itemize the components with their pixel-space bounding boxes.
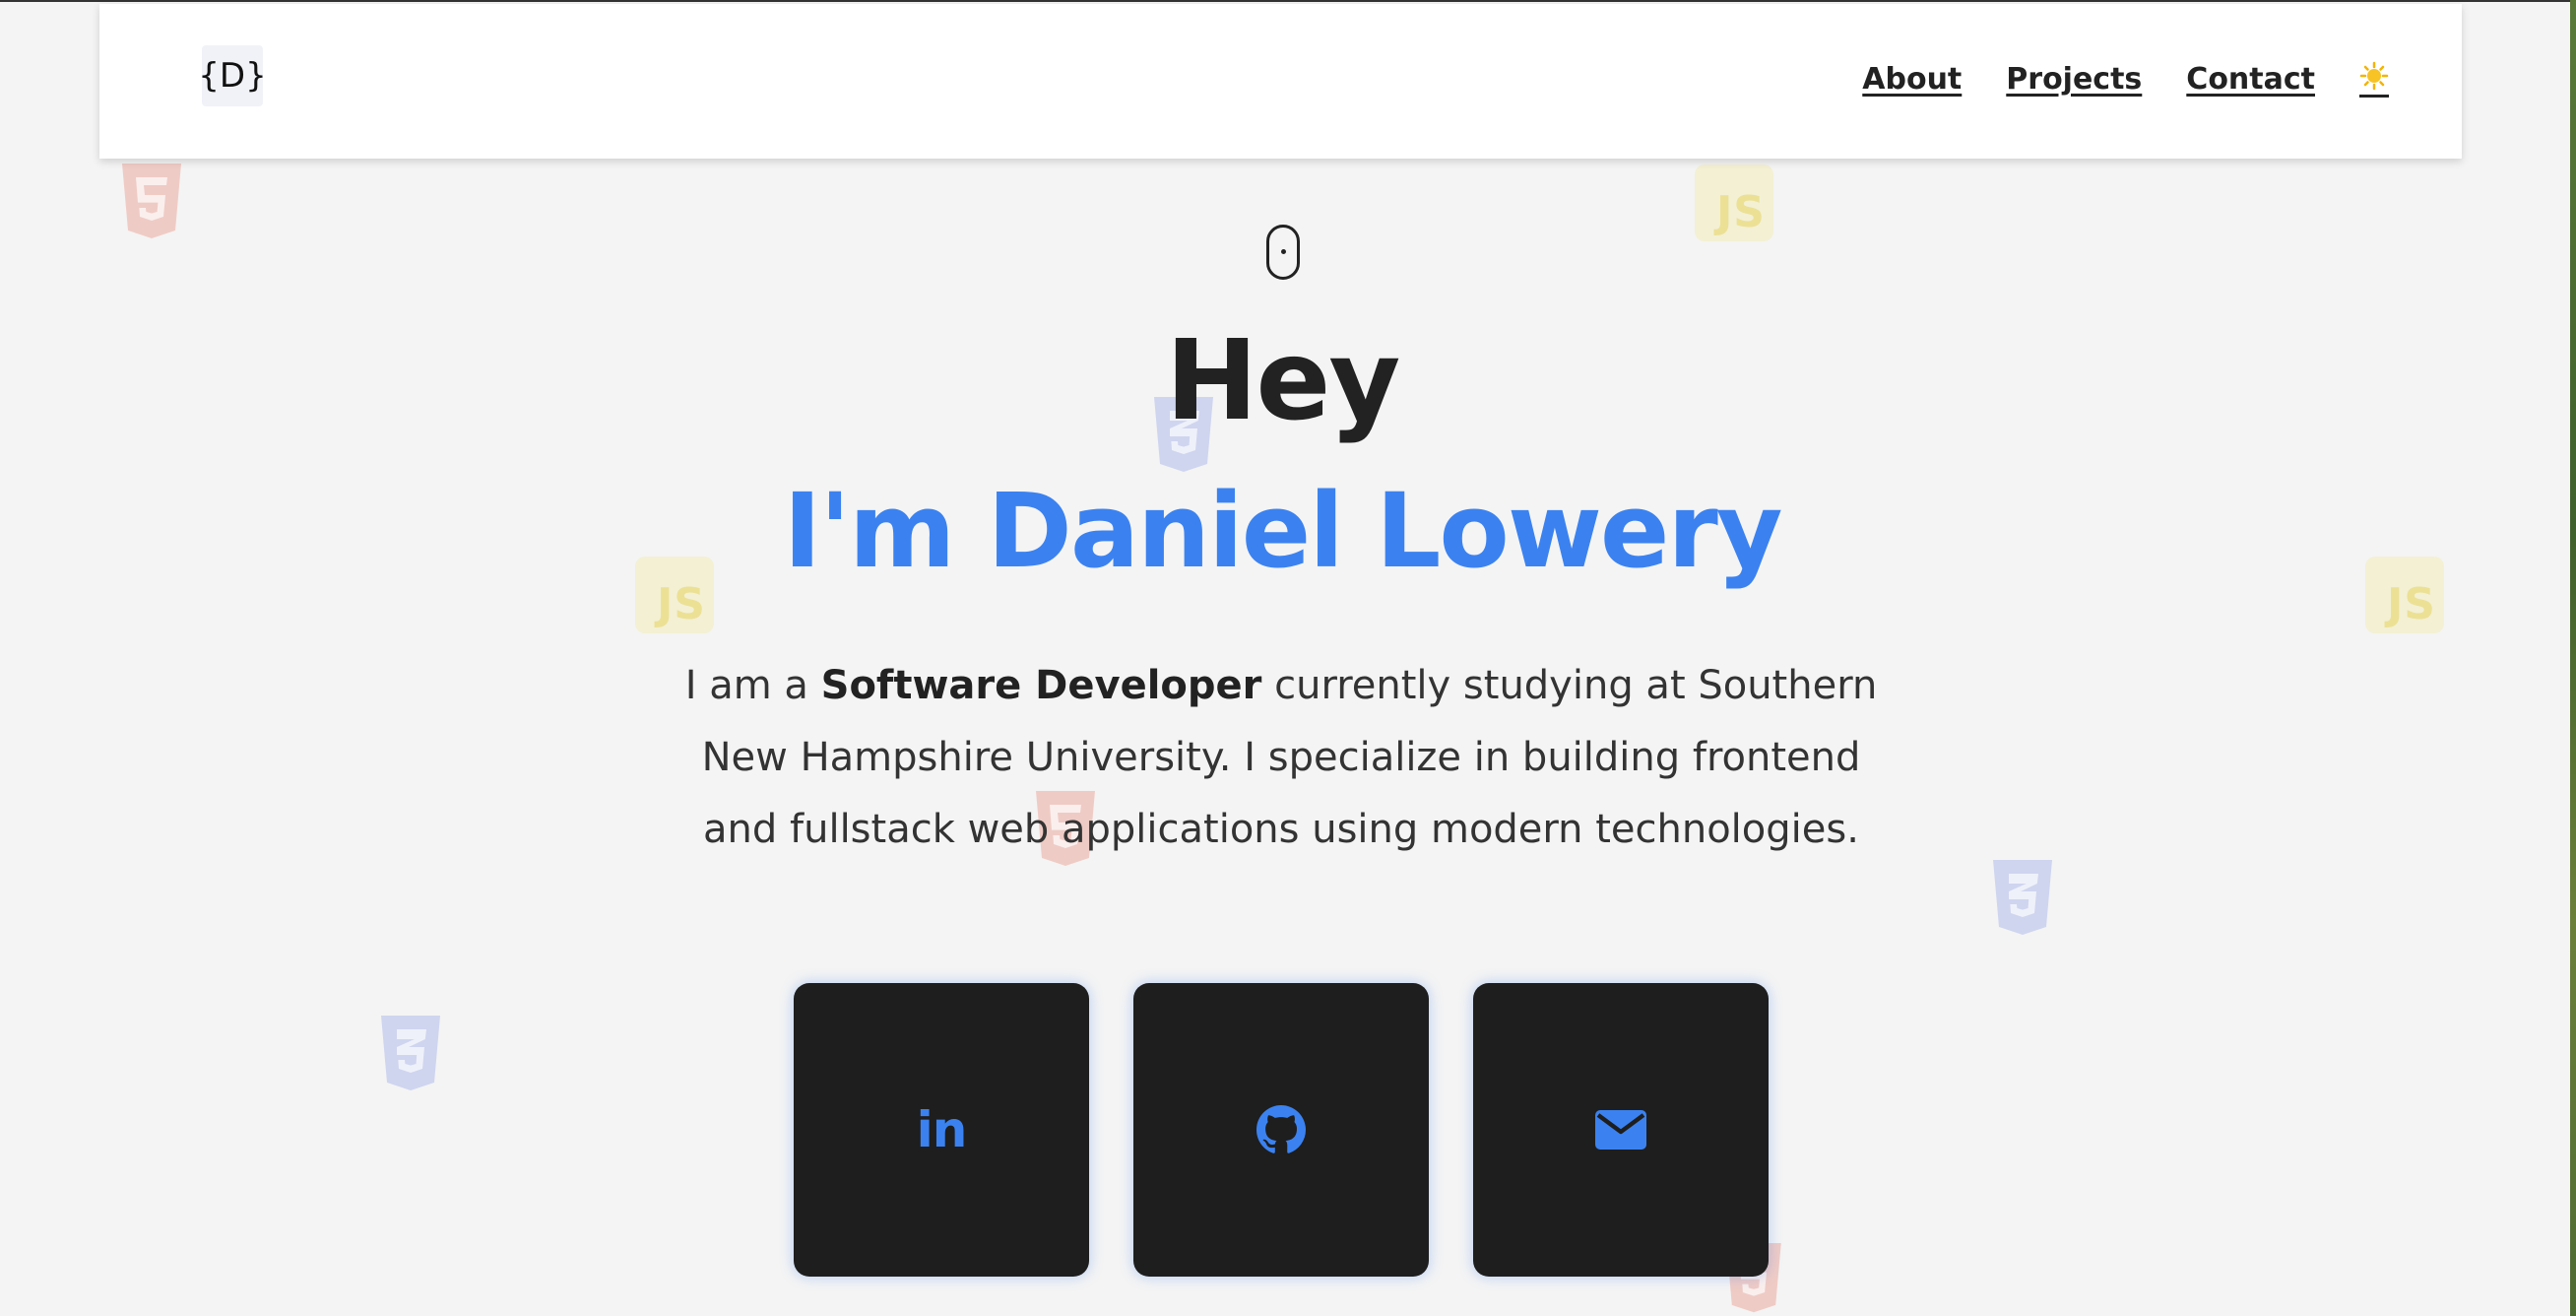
- html5-icon: [118, 164, 185, 242]
- css3-icon: [1989, 859, 2056, 940]
- nav-links: About Projects Contact: [1862, 61, 2389, 98]
- site-logo[interactable]: {D}: [198, 45, 267, 106]
- css3-icon: [377, 1015, 444, 1095]
- javascript-icon: JS: [1695, 164, 1773, 241]
- sun-icon: [2359, 61, 2389, 91]
- nav-link-contact[interactable]: Contact: [2186, 62, 2315, 97]
- scroll-mouse-icon: [1266, 225, 1300, 280]
- email-button[interactable]: [1473, 983, 1769, 1277]
- bio-highlight: Software Developer: [820, 663, 1262, 708]
- window-top-border: [0, 0, 2576, 2]
- bio-prefix: I am a: [684, 663, 821, 708]
- envelope-icon: [1595, 1110, 1646, 1150]
- linkedin-icon: in: [916, 1101, 968, 1158]
- window-edge-strip: [2570, 0, 2576, 1316]
- navbar: {D} About Projects Contact: [99, 4, 2462, 159]
- theme-toggle-button[interactable]: [2359, 61, 2389, 98]
- github-icon: [1256, 1105, 1306, 1153]
- hero-name: I'm Daniel Lowery: [783, 471, 1782, 591]
- linkedin-button[interactable]: in: [794, 983, 1089, 1277]
- hero-bio: I am a Software Developer currently stud…: [679, 650, 1883, 866]
- github-button[interactable]: [1133, 983, 1429, 1277]
- nav-link-projects[interactable]: Projects: [2006, 62, 2142, 97]
- hero-greeting: Hey: [1165, 317, 1401, 445]
- nav-link-about[interactable]: About: [1862, 62, 1962, 97]
